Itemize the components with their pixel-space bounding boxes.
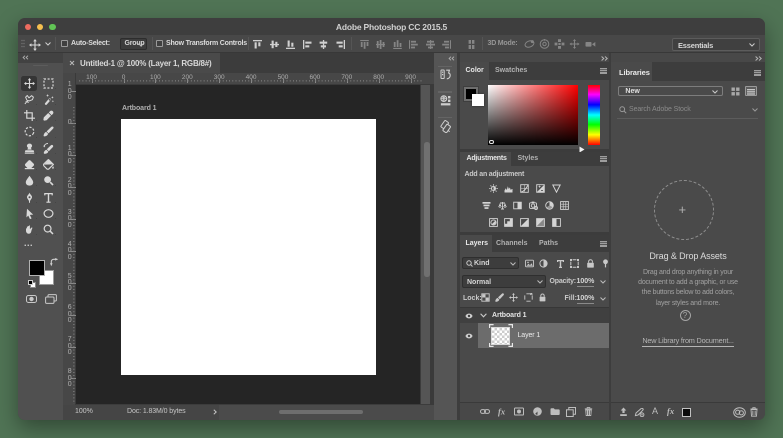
svg-text:fx: fx — [498, 407, 506, 417]
